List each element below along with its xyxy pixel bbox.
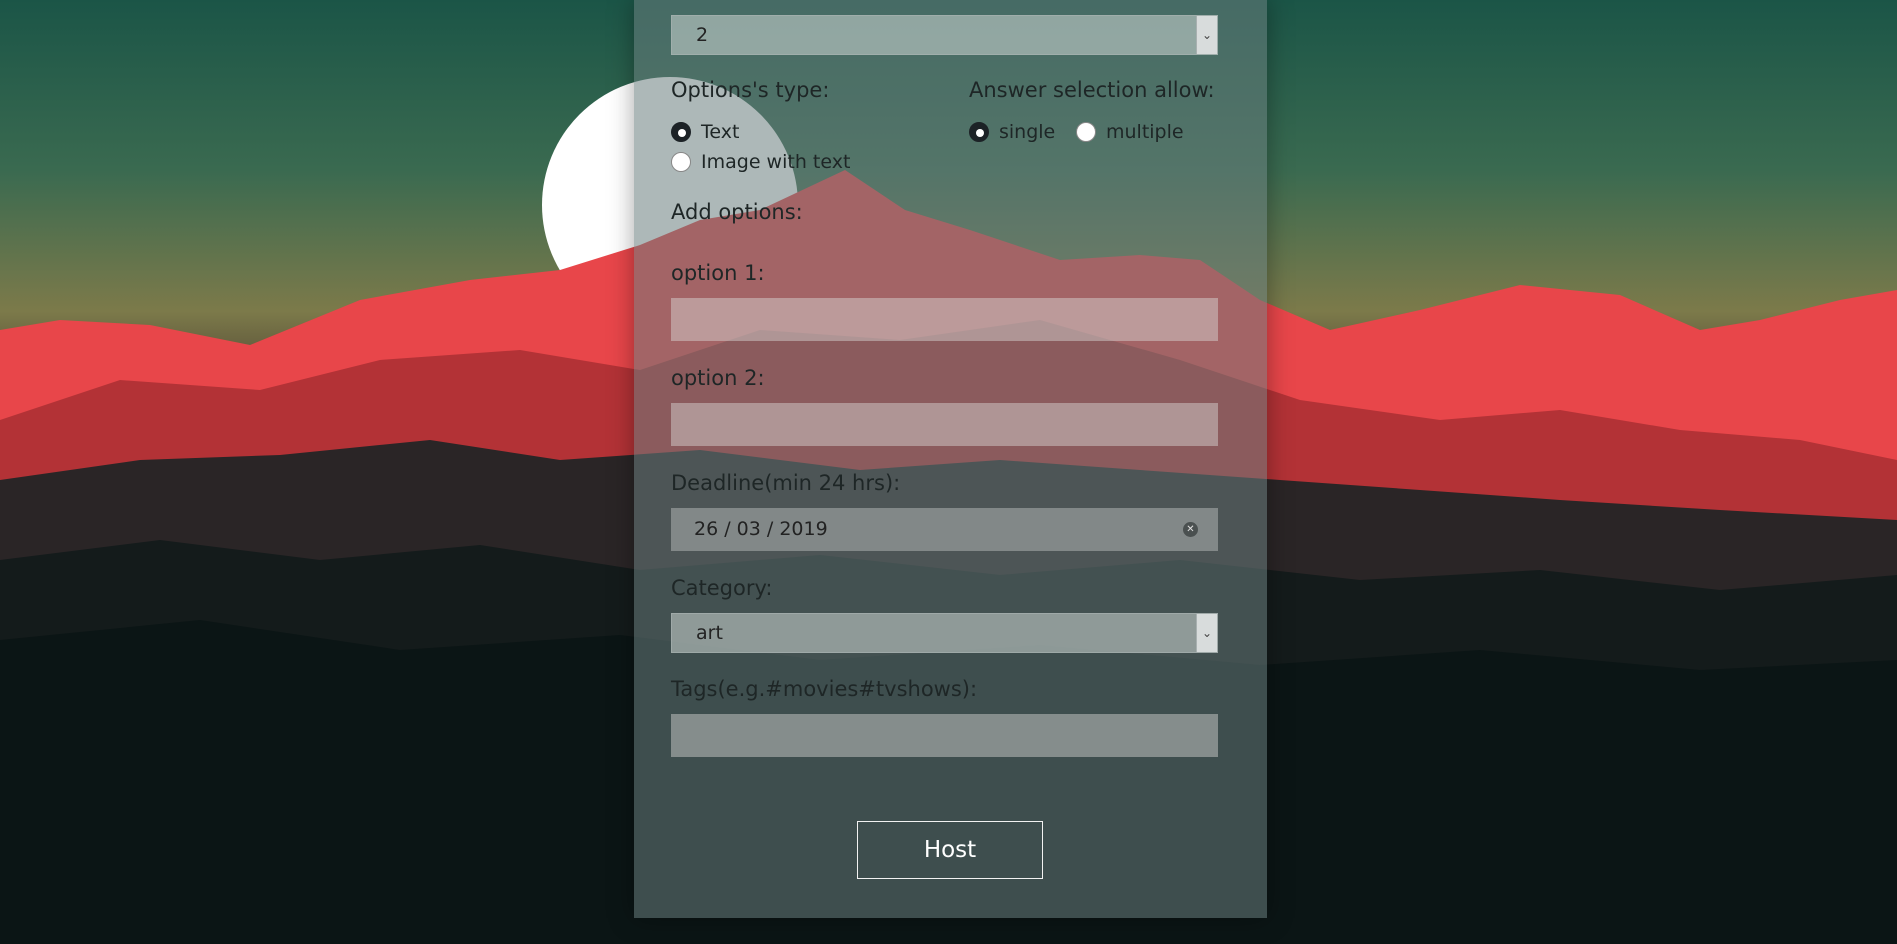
radio-checked-icon[interactable] [969, 122, 989, 142]
radio-option-text[interactable]: Text [671, 121, 739, 143]
option-1-label: option 1: [671, 261, 765, 285]
radio-option-single[interactable]: single [969, 121, 1055, 143]
add-options-heading: Add options: [671, 200, 803, 224]
radio-unchecked-icon[interactable] [1076, 122, 1096, 142]
option-1-input[interactable] [671, 298, 1218, 341]
category-select[interactable]: art ⌄ [671, 613, 1218, 653]
deadline-date-input[interactable]: 26 / 03 / 2019 ✕ [671, 508, 1218, 551]
deadline-label: Deadline(min 24 hrs): [671, 471, 901, 495]
category-label: Category: [671, 576, 773, 600]
deadline-date-value: 26 / 03 / 2019 [694, 518, 828, 540]
host-poll-form-panel: 2 ⌄ Options's type: Text Image with text… [634, 0, 1267, 918]
category-value: art [696, 622, 723, 644]
option-2-input[interactable] [671, 403, 1218, 446]
tags-input[interactable] [671, 714, 1218, 757]
radio-option-image-with-text[interactable]: Image with text [671, 151, 850, 173]
options-type-label: Options's type: [671, 78, 830, 102]
host-button[interactable]: Host [857, 821, 1043, 879]
radio-unchecked-icon[interactable] [671, 152, 691, 172]
options-count-value: 2 [696, 24, 709, 46]
chevron-down-icon: ⌄ [1196, 16, 1217, 54]
radio-option-multiple[interactable]: multiple [1076, 121, 1184, 143]
radio-single-label: single [999, 121, 1056, 143]
radio-text-label: Text [701, 121, 740, 143]
answer-selection-label: Answer selection allow: [969, 78, 1215, 102]
radio-checked-icon[interactable] [671, 122, 691, 142]
clear-icon[interactable]: ✕ [1183, 522, 1198, 537]
tags-label: Tags(e.g.#movies#tvshows): [671, 677, 978, 701]
option-2-label: option 2: [671, 366, 765, 390]
options-count-select[interactable]: 2 ⌄ [671, 15, 1218, 55]
chevron-down-icon: ⌄ [1196, 614, 1217, 652]
radio-multiple-label: multiple [1106, 121, 1184, 143]
radio-image-with-text-label: Image with text [701, 151, 851, 173]
